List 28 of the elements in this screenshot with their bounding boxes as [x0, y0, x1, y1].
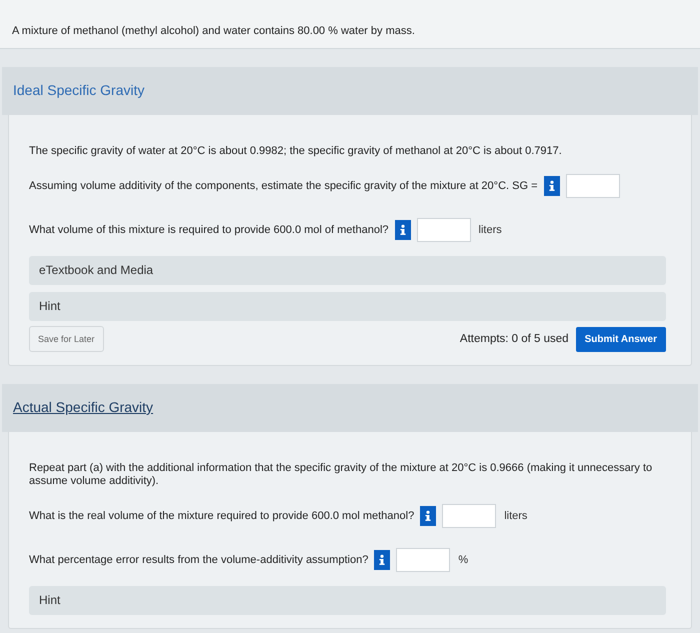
info-icon[interactable] — [394, 220, 411, 240]
info-icon[interactable] — [420, 506, 436, 526]
part-instructions: The specific gravity of water at 20°C is about 0.9982; the specific gravity of methanol at 20°C is about 0.7917. — [29, 145, 563, 158]
part-instructions: Repeat part (a) with the additional information that the specific gravity of the mixture at 20°C is 0.9666 (making it unnecessary to assume volume additivity). — [29, 462, 654, 488]
question-text: What is the real volume of the mixture required to provide 600.0 mol methanol? — [29, 509, 414, 523]
part-title[interactable]: Actual Specific Gravity — [13, 399, 154, 415]
answer-field[interactable] — [396, 548, 450, 572]
attempts-counter: Attempts: 0 of 5 used — [460, 333, 569, 345]
part-header[interactable]: Actual Specific Gravity — [2, 384, 698, 432]
answer-field[interactable] — [416, 218, 471, 242]
save-for-later-button[interactable]: Save for Later — [29, 326, 104, 352]
submit-answer-button[interactable]: Submit Answer — [576, 326, 666, 352]
unit-label: liters — [504, 509, 528, 523]
part-title[interactable]: Ideal Specific Gravity — [13, 82, 144, 98]
part-header[interactable]: Ideal Specific Gravity — [2, 67, 698, 115]
expandable-panel[interactable]: Hint — [29, 586, 666, 615]
question-text: Assuming volume additivity of the components, estimate the specific gravity of the mixture at 20°C. SG = — [29, 179, 538, 193]
expandable-panel[interactable]: eTextbook and Media — [29, 256, 666, 285]
unit-label: liters — [478, 223, 502, 237]
answer-field[interactable] — [566, 174, 620, 198]
info-icon[interactable] — [544, 176, 560, 196]
unit-label: % — [458, 553, 468, 567]
question-text: What percentage error results from the volume-additivity assumption? — [29, 553, 368, 567]
problem-statement: A mixture of methanol (methyl alcohol) and water contains 80.00 % water by mass. — [12, 24, 416, 38]
info-icon[interactable] — [374, 550, 390, 570]
answer-field[interactable] — [442, 504, 496, 528]
expandable-panel[interactable]: Hint — [29, 292, 666, 321]
question-text: What volume of this mixture is required to provide 600.0 mol of methanol? — [29, 223, 389, 237]
